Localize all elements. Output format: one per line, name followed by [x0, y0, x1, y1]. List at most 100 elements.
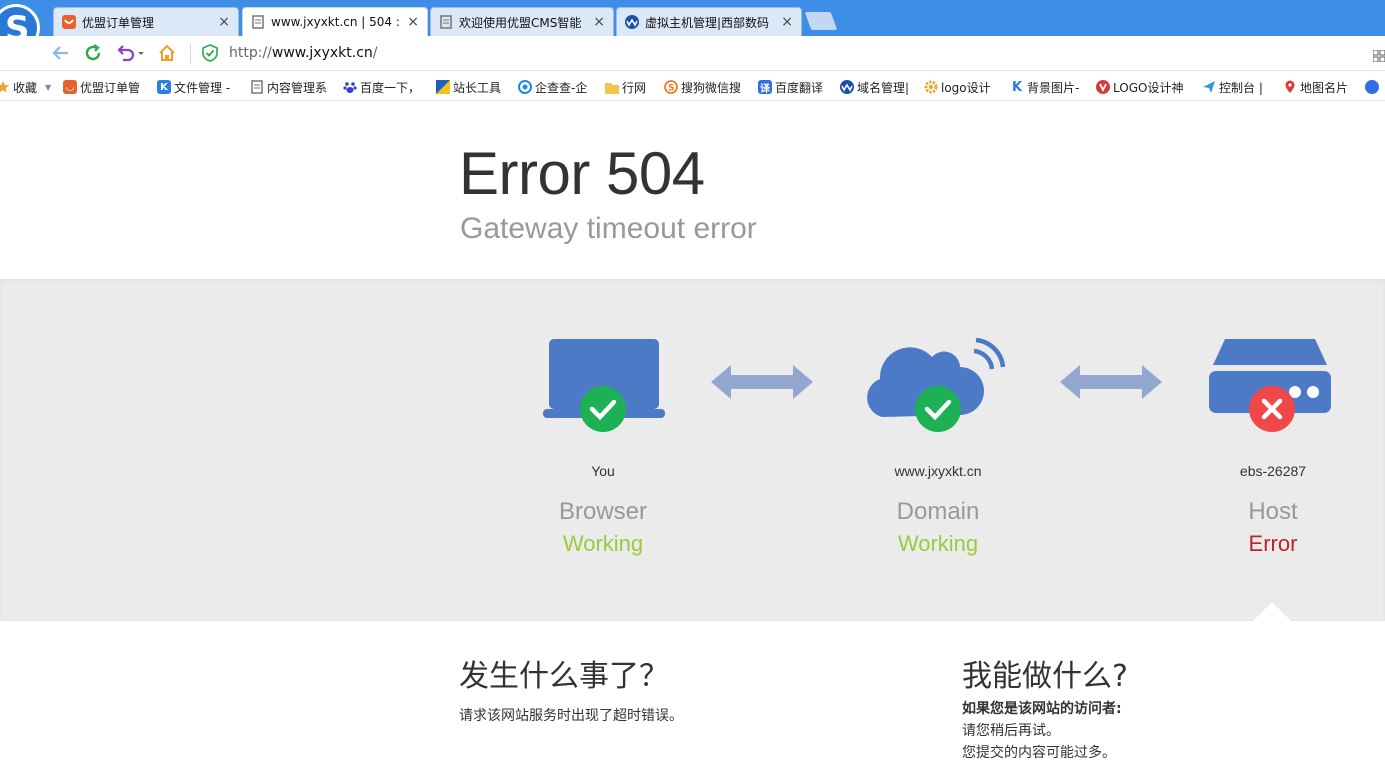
tab-label: 虚拟主机管理|西部数码	[645, 15, 770, 30]
what-happened-text: 请求该网站服务时出现了超时错误。	[459, 708, 683, 724]
bookmark-domain-manager[interactable]: 域名管理|	[840, 78, 909, 96]
bookmark-background-images[interactable]: K 背景图片-	[1010, 78, 1079, 96]
tab-west-hosting[interactable]: 虚拟主机管理|西部数码 ×	[616, 7, 802, 36]
error-header: Error 504 Gateway timeout error	[0, 101, 1385, 279]
logo-icon	[1096, 80, 1110, 94]
home-button[interactable]	[156, 42, 178, 64]
close-icon[interactable]: ×	[218, 14, 230, 30]
tab-youmeng-orders[interactable]: 优盟订单管理 ×	[53, 7, 239, 36]
sogou-icon: S	[664, 80, 678, 94]
double-arrow-icon	[1060, 365, 1162, 399]
tab-label: 优盟订单管理	[82, 15, 155, 30]
map-pin-icon	[1283, 80, 1297, 94]
host-pointer-triangle	[1252, 602, 1292, 622]
youmeng-icon	[62, 15, 76, 29]
bookmark-label: 站长工具	[453, 80, 502, 95]
west-icon	[625, 15, 639, 29]
bookmark-label: 文件管理 -	[174, 80, 231, 95]
bookmark-folder[interactable]: 行网	[605, 78, 646, 96]
west-icon	[840, 80, 854, 94]
page-subtitle: Gateway timeout error	[460, 212, 757, 245]
page-icon	[250, 80, 264, 94]
close-icon[interactable]: ×	[593, 14, 605, 30]
bookmark-label: 行网	[622, 80, 647, 95]
chevron-down-icon: ▼	[45, 82, 52, 92]
url-scheme: http://	[229, 45, 272, 61]
refresh-icon	[85, 44, 101, 61]
bookmark-label: 百度翻译	[775, 80, 824, 95]
baidu-paw-icon	[343, 80, 357, 94]
close-icon[interactable]: ×	[781, 14, 793, 30]
bookmark-baidu[interactable]: 百度一下，	[343, 78, 420, 96]
home-icon	[159, 44, 175, 61]
what-can-i-do-title: 我能做什么?	[962, 659, 1128, 694]
bookmark-label: logo设计	[941, 80, 991, 95]
bookmark-logo-god[interactable]: LOGO设计神	[1096, 78, 1183, 96]
visitor-advice-2: 您提交的内容可能过多。	[962, 745, 1116, 761]
bookmark-label: 企查查-企	[535, 80, 588, 95]
bookmark-sogou-weixin[interactable]: S 搜狗微信搜	[664, 78, 741, 96]
bookmark-label: 百度一下，	[360, 80, 421, 95]
page-icon	[439, 15, 453, 29]
explanation-section: 发生什么事了？ 请求该网站服务时出现了超时错误。 我能做什么? 如果您是该网站的…	[0, 621, 1385, 780]
status-badge: Error	[1248, 531, 1298, 556]
node-label: www.jxyxkt.cn	[894, 463, 982, 479]
bookmarks-bar: 收藏 ▼ ◡ 优盟订单管 K 文件管理 - 内容管理系 百度一下， 站长工具 企…	[0, 72, 1385, 101]
bookmark-logo-design[interactable]: logo设计	[924, 78, 991, 96]
bookmark-map-card[interactable]: 地图名片	[1283, 78, 1348, 96]
secure-shield-icon[interactable]	[202, 44, 218, 66]
node-label: You	[591, 463, 615, 479]
visitor-heading: 如果您是该网站的访问者:	[962, 701, 1122, 717]
arrow-left-icon	[52, 46, 68, 60]
bookmark-label: 内容管理系	[267, 80, 328, 95]
node-title: Host	[1248, 498, 1298, 525]
node-title: Browser	[558, 498, 648, 525]
back-button[interactable]	[50, 42, 72, 64]
tab-label: www.jxyxkt.cn | 504 : G	[271, 15, 402, 29]
laptop-icon	[543, 339, 665, 432]
new-tab-button[interactable]	[804, 12, 838, 30]
bookmark-qichacha[interactable]: 企查查-企	[518, 78, 587, 96]
node-label: ebs-26287	[1239, 463, 1307, 479]
tab-jxyxkt-504[interactable]: www.jxyxkt.cn | 504 : G ×	[242, 7, 428, 36]
bookmark-baidu-translate[interactable]: 译 百度翻译	[758, 78, 823, 96]
svg-text:S: S	[668, 84, 674, 94]
chinaz-icon	[436, 80, 450, 94]
bookmark-favorites[interactable]: 收藏 ▼	[0, 78, 51, 96]
node-title: Domain	[896, 498, 980, 525]
bookmark-youmeng[interactable]: ◡ 优盟订单管	[63, 78, 140, 96]
url-host: www.jxyxkt.cn	[271, 45, 373, 61]
bookmark-label: 优盟订单管	[80, 80, 141, 95]
page-icon	[251, 15, 265, 29]
gear-icon	[924, 80, 938, 94]
bookmark-label: LOGO设计神	[1113, 80, 1184, 95]
tab-bar: S 优盟订单管理 × www.jxyxkt.cn | 504 : G × 欢迎使…	[0, 0, 1385, 36]
bookmark-content-manager[interactable]: 内容管理系	[250, 78, 327, 96]
url-path: /	[372, 45, 378, 61]
bookmark-label: 地图名片	[1300, 80, 1349, 95]
close-icon[interactable]: ×	[407, 14, 419, 30]
status-badge: Working	[897, 531, 979, 556]
bookmark-chinaz[interactable]: 站长工具	[436, 78, 501, 96]
address-bar: http://www.jxyxkt.cn/	[0, 36, 1385, 71]
undo-close-button[interactable]	[114, 42, 148, 64]
star-icon	[0, 80, 10, 94]
refresh-button[interactable]	[82, 42, 104, 64]
partial-bookmark-icon	[1365, 80, 1379, 94]
bookmark-label: 搜狗微信搜	[681, 80, 742, 95]
tab-label: 欢迎使用优盟CMS智能	[459, 15, 582, 30]
tab-youmeng-cms[interactable]: 欢迎使用优盟CMS智能 ×	[430, 7, 614, 36]
send-icon	[1202, 80, 1216, 94]
bookmark-console[interactable]: 控制台 |	[1202, 78, 1263, 96]
bookmark-label: 收藏	[13, 80, 38, 95]
bookmark-label: 域名管理|	[857, 80, 910, 95]
grid-menu-icon[interactable]	[1372, 47, 1385, 66]
sogou-browser-logo[interactable]: S	[0, 4, 40, 36]
double-arrow-icon	[711, 365, 813, 399]
translate-icon: 译	[758, 80, 772, 95]
bookmark-overflow[interactable]	[1365, 78, 1382, 96]
bookmark-file-manager[interactable]: K 文件管理 -	[157, 78, 230, 96]
page-title: Error 504	[459, 140, 705, 207]
url-field[interactable]: http://www.jxyxkt.cn/	[229, 45, 378, 61]
status-badge: Working	[562, 531, 644, 556]
